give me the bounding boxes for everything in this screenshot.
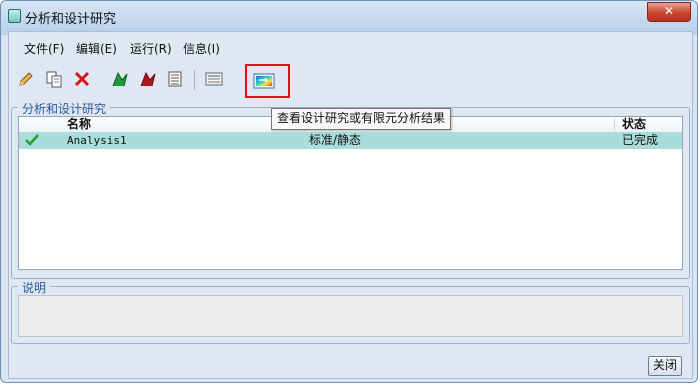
title-bar[interactable]: 分析和设计研究 ✕ xyxy=(1,1,697,31)
analysis-list[interactable]: 名称 类型 状态 Analysis1 标准/静态 已完成 xyxy=(18,111,683,270)
analysis-status: 已完成 xyxy=(622,133,659,147)
menu-run[interactable]: 运行(R) xyxy=(130,40,172,57)
window-title: 分析和设计研究 xyxy=(25,12,117,27)
highlight-annotation xyxy=(245,64,290,98)
app-icon xyxy=(8,9,21,23)
column-divider xyxy=(614,118,615,131)
list-info-icon[interactable] xyxy=(164,68,186,90)
analysis-name: Analysis1 xyxy=(67,134,127,147)
description-field[interactable] xyxy=(18,295,683,337)
menu-file[interactable]: 文件(F) xyxy=(24,40,64,57)
stop-red-flag-icon[interactable] xyxy=(137,68,159,90)
copy-icon[interactable] xyxy=(43,68,65,90)
analysis-type: 标准/静态 xyxy=(309,133,362,147)
menu-edit[interactable]: 编辑(E) xyxy=(76,40,117,57)
menu-info[interactable]: 信息(I) xyxy=(183,40,220,57)
delete-x-icon[interactable] xyxy=(71,68,93,90)
close-button[interactable]: 关闭 xyxy=(648,356,682,376)
toolbar-separator xyxy=(194,70,195,90)
toolbar xyxy=(9,66,692,94)
column-name-header[interactable]: 名称 xyxy=(67,117,91,132)
description-group-legend: 说明 xyxy=(18,279,51,296)
analysis-group-legend: 分析和设计研究 xyxy=(18,100,111,117)
column-status-header[interactable]: 状态 xyxy=(622,117,646,132)
checkmark-icon xyxy=(24,133,40,152)
dialog-body: 文件(F) 编辑(E) 运行(R) 信息(I) 查看设计研究或有限元分析结果 分… xyxy=(8,31,693,379)
dialog-window: 分析和设计研究 ✕ 文件(F) 编辑(E) 运行(R) 信息(I) 查看设计研究… xyxy=(0,0,698,383)
edit-pencil-icon[interactable] xyxy=(15,68,37,90)
close-window-button[interactable]: ✕ xyxy=(647,2,691,22)
table-row[interactable]: Analysis1 标准/静态 已完成 xyxy=(19,132,682,149)
run-green-flag-icon[interactable] xyxy=(109,68,131,90)
toolbar-tooltip: 查看设计研究或有限元分析结果 xyxy=(271,108,452,130)
report-icon[interactable] xyxy=(203,68,225,90)
